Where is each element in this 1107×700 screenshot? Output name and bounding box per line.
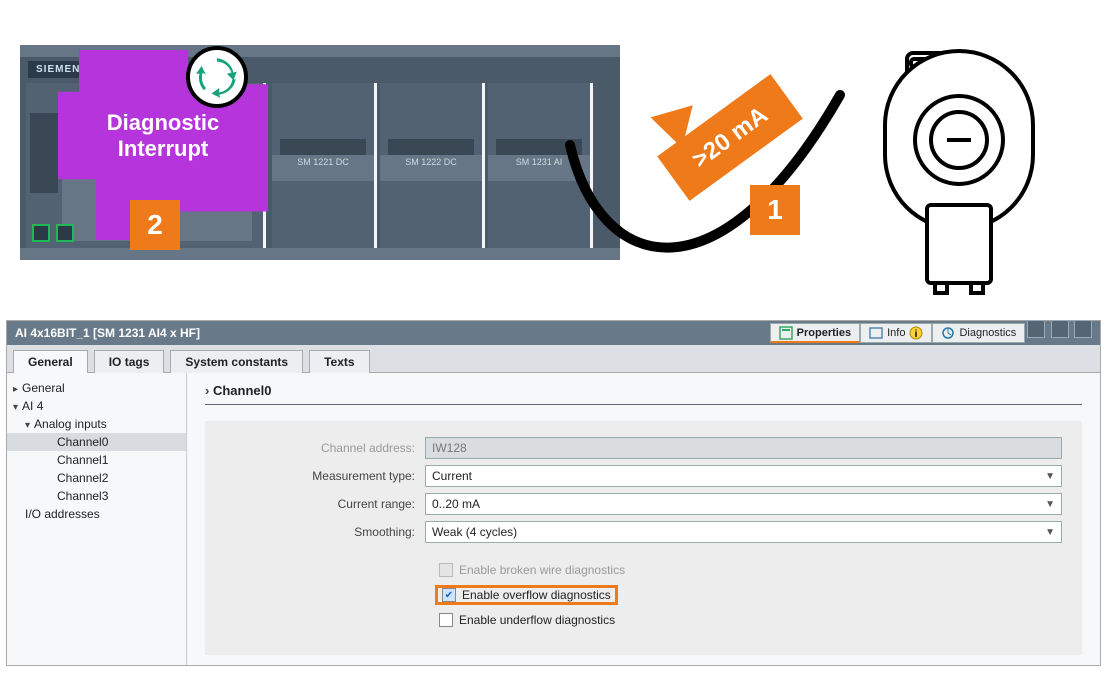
tree-item-channel2[interactable]: Channel2 — [7, 469, 186, 487]
tab-info[interactable]: Info i — [860, 323, 932, 343]
transmitter-device-icon — [877, 45, 1047, 295]
tree-item-analog-inputs[interactable]: Analog inputs — [7, 415, 186, 433]
row-underflow[interactable]: Enable underflow diagnostics — [435, 611, 1062, 629]
dropdown-smoothing[interactable]: Weak (4 cycles) ▼ — [425, 521, 1062, 543]
tree-item-io-addresses[interactable]: I/O addresses — [7, 505, 186, 523]
diagnostics-icon — [941, 326, 955, 340]
dropdown-measurement-type[interactable]: Current ▼ — [425, 465, 1062, 487]
info-icon — [869, 326, 883, 340]
row-overflow[interactable]: ✔ Enable overflow diagnostics — [435, 585, 618, 605]
label-overflow: Enable overflow diagnostics — [462, 588, 611, 602]
illustration-stage: SIEMENS SM 1221 DC SM 1222 DC SM 1231 AI… — [0, 0, 1107, 320]
tab-diagnostics-label: Diagnostics — [959, 321, 1016, 345]
detail-pane: Channel0 Channel address: IW128 Measurem… — [187, 373, 1100, 665]
interrupt-line1: Diagnostic — [107, 110, 219, 135]
row-broken-wire: Enable broken wire diagnostics — [435, 561, 1062, 579]
tabstrip: General IO tags System constants Texts — [7, 345, 1100, 373]
plc-module-sm1222: SM 1222 DC — [380, 83, 485, 248]
callout-marker-1: 1 — [750, 185, 800, 235]
label-measurement-type: Measurement type: — [225, 469, 425, 483]
cycle-arrows-icon — [186, 46, 248, 108]
field-channel-address: IW128 — [425, 437, 1062, 459]
properties-panel: AI 4x16BIT_1 [SM 1231 AI4 x HF] Properti… — [6, 320, 1101, 666]
panel-title: AI 4x16BIT_1 [SM 1231 AI4 x HF] — [15, 321, 200, 345]
panel-titlebar: AI 4x16BIT_1 [SM 1231 AI4 x HF] Properti… — [7, 321, 1100, 345]
ethernet-port-icon — [56, 224, 74, 242]
tab-diagnostics[interactable]: Diagnostics — [932, 323, 1025, 343]
plc-module-sm1231: SM 1231 AI — [488, 83, 593, 248]
value-current-range: 0..20 mA — [432, 497, 480, 511]
tab-properties-label: Properties — [797, 321, 851, 345]
minimize-pane-icon[interactable] — [1027, 320, 1045, 338]
maximize-pane-icon[interactable] — [1074, 320, 1092, 338]
tab-system-constants[interactable]: System constants — [170, 350, 303, 373]
tab-general[interactable]: General — [13, 350, 88, 373]
label-channel-address: Channel address: — [225, 441, 425, 455]
tree-item-channel1[interactable]: Channel1 — [7, 451, 186, 469]
restore-pane-icon[interactable] — [1051, 320, 1069, 338]
interrupt-line2: Interrupt — [118, 136, 208, 161]
value-channel-address: IW128 — [432, 441, 467, 455]
nav-tree: General AI 4 Analog inputs Channel0 Chan… — [7, 373, 187, 665]
tab-properties[interactable]: Properties — [770, 323, 860, 343]
ethernet-port-icon — [32, 224, 50, 242]
value-smoothing: Weak (4 cycles) — [432, 525, 517, 539]
window-controls[interactable] — [1025, 320, 1092, 346]
dropdown-current-range[interactable]: 0..20 mA ▼ — [425, 493, 1062, 515]
checkbox-broken-wire — [439, 563, 453, 577]
chevron-down-icon[interactable]: ▼ — [1045, 527, 1055, 538]
properties-icon — [779, 326, 793, 340]
tree-item-channel0[interactable]: Channel0 — [7, 433, 186, 451]
chevron-down-icon[interactable]: ▼ — [1045, 499, 1055, 510]
value-measurement-type: Current — [432, 469, 472, 483]
info-badge-icon: i — [909, 326, 923, 340]
svg-text:i: i — [915, 329, 918, 340]
callout-marker-2: 2 — [130, 200, 180, 250]
tree-item-channel3[interactable]: Channel3 — [7, 487, 186, 505]
chevron-down-icon[interactable]: ▼ — [1045, 471, 1055, 482]
tab-io-tags[interactable]: IO tags — [94, 350, 165, 373]
tree-item-general[interactable]: General — [7, 379, 186, 397]
label-smoothing: Smoothing: — [225, 525, 425, 539]
tab-info-label: Info — [887, 321, 905, 345]
tree-item-ai4[interactable]: AI 4 — [7, 397, 186, 415]
label-current-range: Current range: — [225, 497, 425, 511]
label-underflow: Enable underflow diagnostics — [459, 613, 615, 627]
tab-texts[interactable]: Texts — [309, 350, 369, 373]
detail-heading: Channel0 — [205, 383, 1082, 398]
checkbox-overflow[interactable]: ✔ — [442, 588, 456, 602]
label-broken-wire: Enable broken wire diagnostics — [459, 563, 625, 577]
checkbox-underflow[interactable] — [439, 613, 453, 627]
plc-module-sm1221: SM 1221 DC — [272, 83, 377, 248]
